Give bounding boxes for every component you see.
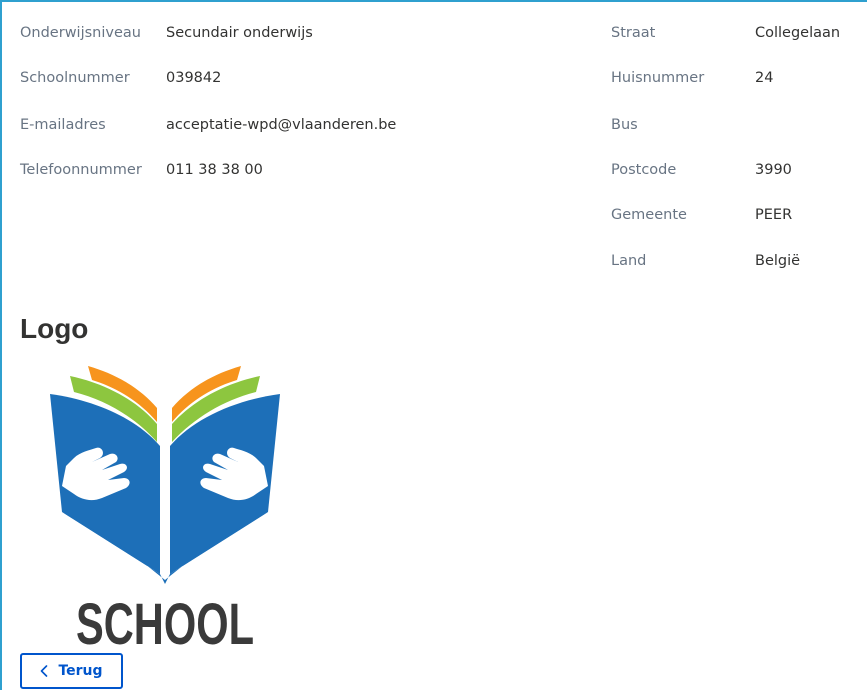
label-gemeente: Gemeente (611, 207, 687, 223)
label-telefoonnummer: Telefoonnummer (20, 162, 142, 178)
value-gemeente: PEER (755, 207, 793, 223)
label-schoolnummer: Schoolnummer (20, 70, 130, 86)
value-postcode: 3990 (755, 162, 792, 178)
value-huisnummer: 24 (755, 70, 774, 86)
back-button-label: Terug (58, 663, 103, 679)
value-straat: Collegelaan (755, 25, 841, 41)
label-bus: Bus (611, 117, 638, 133)
label-land: Land (611, 253, 647, 269)
school-logo: SCHOOL (40, 362, 290, 657)
label-e-mailadres: E-mailadres (20, 117, 106, 133)
value-land: België (755, 253, 801, 269)
value-e-mailadres: acceptatie-wpd@vlaanderen.be (166, 117, 397, 133)
logo-wordmark: SCHOOL (76, 592, 254, 652)
label-postcode: Postcode (611, 162, 677, 178)
logo-section-title: Logo (20, 313, 89, 344)
label-huisnummer: Huisnummer (611, 70, 705, 86)
open-book-with-hands-icon: SCHOOL (50, 366, 280, 657)
label-straat: Straat (611, 25, 656, 41)
label-onderwijsniveau: Onderwijsniveau (20, 25, 141, 41)
chevron-left-icon (41, 665, 48, 677)
value-schoolnummer: 039842 (166, 70, 222, 86)
back-button[interactable]: Terug (20, 653, 123, 689)
value-telefoonnummer: 011 38 38 00 (166, 162, 263, 178)
value-onderwijsniveau: Secundair onderwijs (166, 25, 313, 41)
